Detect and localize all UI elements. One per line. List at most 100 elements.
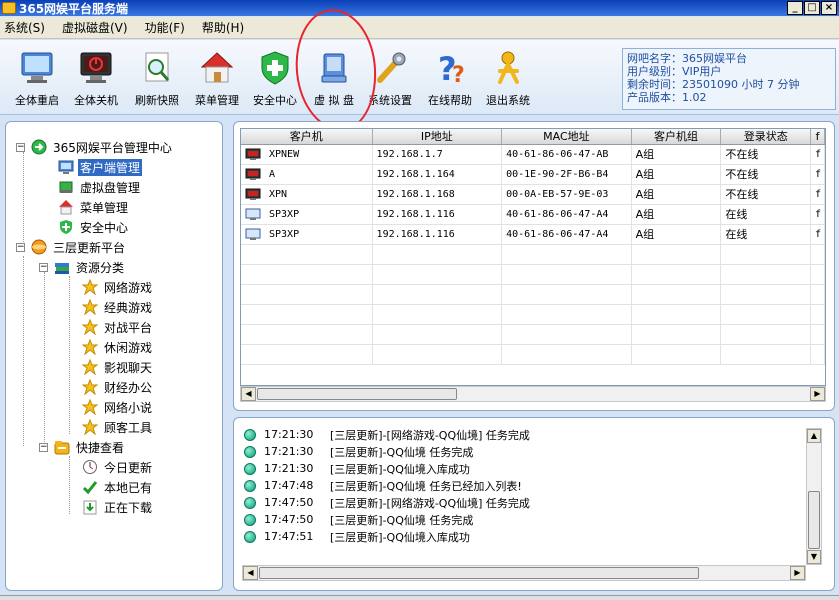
- refresh-snapshot-button[interactable]: 刷新快照: [128, 46, 186, 110]
- folder-icon: [54, 439, 70, 455]
- log-time: 17:21:30: [264, 445, 314, 458]
- collapse-toggle[interactable]: −: [39, 442, 48, 452]
- column-header-client[interactable]: 客户机: [241, 129, 373, 144]
- tree-node-menu-management[interactable]: 菜单管理: [58, 198, 130, 216]
- tree-node-category-battle-platform[interactable]: 对战平台: [81, 318, 154, 336]
- tree-node-category-finance-office[interactable]: 财经办公: [81, 378, 154, 396]
- status-dot-icon: [244, 530, 256, 543]
- cell-ip: 192.168.1.116: [373, 205, 503, 224]
- column-header-ip[interactable]: IP地址: [373, 129, 503, 144]
- log-horizontal-scrollbar[interactable]: ◀ ▶: [242, 565, 806, 581]
- tree-node-category-casual-games[interactable]: 休闲游戏: [81, 338, 154, 356]
- navigation-tree: − 365网娱平台管理中心 客户端管理 虚拟盘管理 菜单管理 安全中心 − 三层…: [5, 121, 223, 591]
- log-time: 17:21:30: [264, 428, 314, 441]
- menu-management-button[interactable]: 菜单管理: [188, 46, 246, 110]
- cell-client: XPNEW: [241, 145, 373, 164]
- exit-system-button[interactable]: 退出系统: [479, 46, 537, 110]
- scroll-left-button[interactable]: ◀: [241, 387, 256, 401]
- tree-node-quick-view[interactable]: − 快捷查看: [39, 438, 126, 456]
- tree-node-security-center[interactable]: 安全中心: [58, 218, 130, 236]
- scroll-left-button[interactable]: ◀: [243, 566, 258, 580]
- table-horizontal-scrollbar[interactable]: ◀ ▶: [240, 386, 826, 402]
- close-button[interactable]: ×: [821, 1, 837, 15]
- shutdown-all-button[interactable]: 全体关机: [67, 46, 125, 110]
- table-row[interactable]: SP3XP 192.168.1.116 40-61-86-06-47-A4 A组 在线 f: [241, 225, 825, 245]
- tree-node-today-updates[interactable]: 今日更新: [82, 458, 154, 476]
- log-message: [三层更新]-[网络游戏-QQ仙境] 任务完成: [330, 496, 530, 510]
- column-header-group[interactable]: 客户机组: [632, 129, 722, 144]
- cell-client: XPN: [241, 185, 373, 204]
- collapse-toggle[interactable]: −: [39, 262, 48, 272]
- scroll-thumb[interactable]: [808, 491, 820, 549]
- cell-client: A: [241, 165, 373, 184]
- pc-online-icon: [245, 228, 261, 241]
- home-icon: [199, 50, 235, 86]
- menu-system[interactable]: 系统(S): [4, 19, 54, 36]
- title-bar[interactable]: 365网娱平台服务端 _ □ ×: [0, 0, 839, 16]
- column-header-extra[interactable]: f: [811, 129, 825, 144]
- tree-node-category-customer-tools[interactable]: 顾客工具: [81, 418, 154, 436]
- table-row[interactable]: XPNEW 192.168.1.7 40-61-86-06-47-AB A组 不在线 f: [241, 145, 825, 165]
- cell-login-status: 不在线: [721, 185, 812, 204]
- column-header-mac[interactable]: MAC地址: [502, 129, 632, 144]
- empty-table-row: [241, 305, 825, 325]
- scroll-thumb[interactable]: [259, 567, 699, 579]
- scroll-up-button[interactable]: ▲: [807, 429, 821, 443]
- tree-node-resources[interactable]: − 资源分类: [39, 258, 126, 276]
- tree-node-category-video-chat[interactable]: 影视聊天: [81, 358, 154, 376]
- monitor-restart-icon: [19, 50, 55, 86]
- online-help-button[interactable]: ?? 在线帮助: [421, 46, 479, 110]
- star-icon: [81, 418, 99, 436]
- green-drive-icon: [58, 179, 74, 195]
- status-dot-icon: [244, 479, 256, 492]
- log-vertical-scrollbar[interactable]: ▲ ▼: [806, 428, 822, 565]
- log-message: [三层更新]-QQ仙境入库成功: [330, 462, 470, 476]
- cell-group: A组: [632, 165, 722, 184]
- column-header-login-status[interactable]: 登录状态: [721, 129, 812, 144]
- status-dot-icon: [244, 513, 256, 526]
- scroll-right-button[interactable]: ▶: [810, 387, 825, 401]
- clock-icon: [82, 459, 98, 475]
- tree-node-category-online-games[interactable]: 网络游戏: [81, 278, 154, 296]
- minimize-button[interactable]: _: [787, 1, 803, 15]
- menu-virtual-disk[interactable]: 虚拟磁盘(V): [62, 19, 137, 36]
- log-entry: 17:47:50 [三层更新]-QQ仙境 任务完成: [244, 511, 804, 528]
- log-entry: 17:47:48 [三层更新]-QQ仙境 任务已经加入列表!: [244, 477, 804, 494]
- tree-node-vdisk-management[interactable]: 虚拟盘管理: [58, 178, 142, 196]
- log-entry: 17:47:50 [三层更新]-[网络游戏-QQ仙境] 任务完成: [244, 494, 804, 511]
- star-icon: [81, 318, 99, 336]
- shield-plus-icon: [257, 50, 293, 86]
- scroll-right-button[interactable]: ▶: [790, 566, 805, 580]
- cell-group: A组: [632, 145, 722, 164]
- cell-mac: 40-61-86-06-47-A4: [502, 205, 632, 224]
- maximize-button[interactable]: □: [804, 1, 820, 15]
- tree-node-downloading[interactable]: 正在下载: [82, 498, 154, 516]
- table-row[interactable]: SP3XP 192.168.1.116 40-61-86-06-47-A4 A组 在线 f: [241, 205, 825, 225]
- scroll-thumb[interactable]: [257, 388, 457, 400]
- toolbar: 全体重启 全体关机 刷新快照 菜单管理 安全中心 虚 拟 盘 系统设置 ? ? …: [0, 40, 839, 115]
- log-panel: 17:21:30 [三层更新]-[网络游戏-QQ仙境] 任务完成 17:21:30 […: [233, 417, 835, 591]
- menu-help[interactable]: 帮助(H): [202, 19, 253, 36]
- restart-all-button[interactable]: 全体重启: [8, 46, 66, 110]
- tree-node-category-classic-games[interactable]: 经典游戏: [81, 298, 154, 316]
- cell-login-status: 不在线: [721, 165, 812, 184]
- monitor-icon: [58, 159, 74, 175]
- tree-node-update-platform[interactable]: − 三层更新平台: [16, 238, 127, 256]
- scroll-down-button[interactable]: ▼: [807, 550, 821, 564]
- collapse-toggle[interactable]: −: [16, 142, 25, 152]
- green-arrow-icon: [31, 139, 47, 155]
- cell-login-status: 不在线: [721, 145, 812, 164]
- table-row[interactable]: XPN 192.168.1.168 00-0A-EB-57-9E-03 A组 不在线 f: [241, 185, 825, 205]
- tree-node-client-management[interactable]: 客户端管理: [58, 158, 143, 176]
- table-row[interactable]: A 192.168.1.164 00-1E-90-2F-B6-B4 A组 不在线 f: [241, 165, 825, 185]
- table-body: XPNEW 192.168.1.7 40-61-86-06-47-AB A组 不在线 f A…: [241, 145, 825, 365]
- collapse-toggle[interactable]: −: [16, 242, 25, 252]
- menu-function[interactable]: 功能(F): [145, 19, 194, 36]
- status-dot-icon: [244, 496, 256, 509]
- pc-online-icon: [245, 208, 261, 221]
- tree-node-local-existing[interactable]: 本地已有: [82, 478, 154, 496]
- tree-node-management-center[interactable]: − 365网娱平台管理中心: [16, 138, 174, 156]
- cell-login-status: 在线: [721, 225, 812, 244]
- person-exit-icon: [490, 50, 526, 86]
- tree-node-category-web-novels[interactable]: 网络小说: [81, 398, 154, 416]
